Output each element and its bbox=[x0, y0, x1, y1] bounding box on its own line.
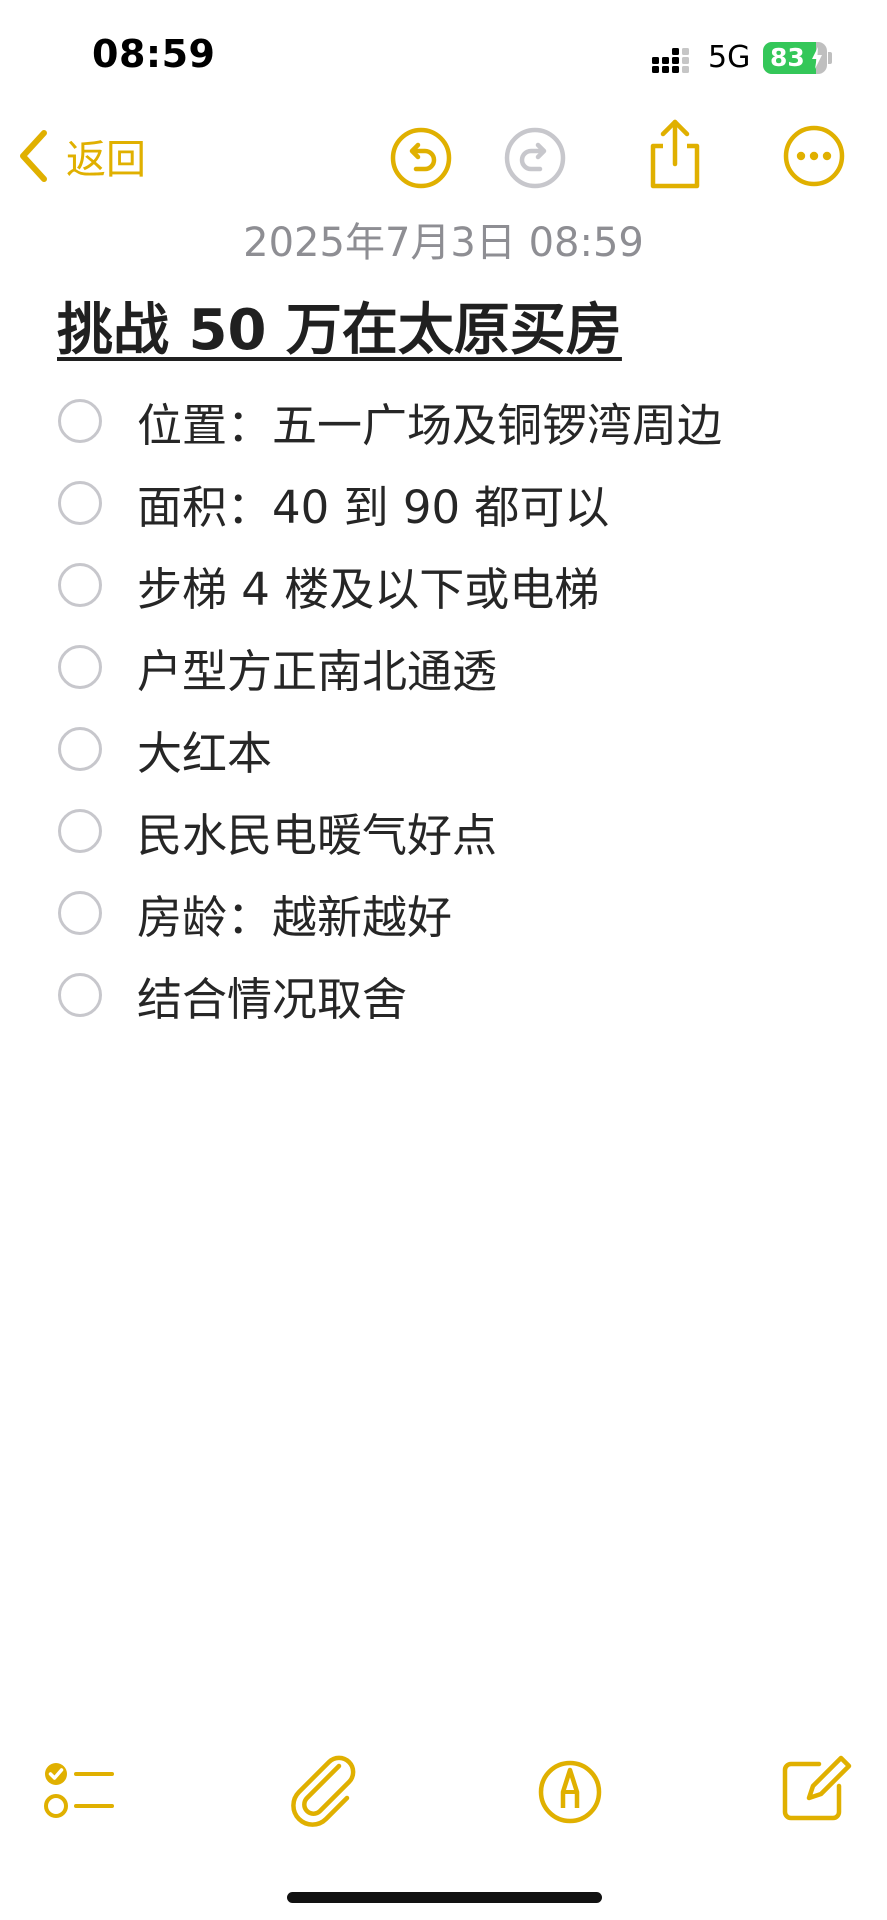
checklist-item-text[interactable]: 房龄：越新越好 bbox=[137, 881, 452, 946]
checklist: 位置：五一广场及铜锣湾周边 面积：40 到 90 都可以 步梯 4 楼及以下或电梯户… bbox=[58, 380, 878, 1036]
chevron-left-icon bbox=[20, 130, 47, 182]
back-button[interactable]: 返回 bbox=[16, 124, 146, 188]
share-icon[interactable] bbox=[643, 116, 707, 190]
network-type: 5G bbox=[708, 40, 751, 75]
checklist-item-text[interactable]: 大红本 bbox=[137, 717, 272, 782]
checkbox-circle-icon[interactable] bbox=[58, 809, 102, 853]
checklist-icon[interactable] bbox=[40, 1752, 120, 1832]
markup-pen-icon[interactable] bbox=[530, 1752, 610, 1832]
checklist-item[interactable]: 民水民电暖气好点 bbox=[58, 790, 878, 872]
checklist-item[interactable]: 房龄：越新越好 bbox=[58, 872, 878, 954]
battery-percent: 83 bbox=[770, 43, 805, 72]
battery-charging-icon: 83 bbox=[763, 42, 827, 74]
charging-bolt-icon bbox=[812, 47, 822, 69]
checklist-item[interactable]: 步梯 4 楼及以下或电梯 bbox=[58, 544, 878, 626]
checklist-item-text[interactable]: 面积：40 到 90 都可以 bbox=[137, 471, 609, 536]
note-title[interactable]: 挑战 50 万在太原买房 bbox=[57, 285, 622, 366]
checklist-item[interactable]: 户型方正南北通透 bbox=[58, 626, 878, 708]
checklist-item-text[interactable]: 位置：五一广场及铜锣湾周边 bbox=[137, 389, 722, 454]
checklist-item-text[interactable]: 步梯 4 楼及以下或电梯 bbox=[137, 553, 599, 618]
cellular-signal-icon bbox=[652, 48, 689, 73]
checkbox-circle-icon[interactable] bbox=[58, 645, 102, 689]
compose-icon[interactable] bbox=[775, 1750, 855, 1830]
checkbox-circle-icon[interactable] bbox=[58, 481, 102, 525]
undo-icon[interactable] bbox=[389, 126, 453, 190]
status-time: 08:59 bbox=[92, 32, 216, 76]
checkbox-circle-icon[interactable] bbox=[58, 973, 102, 1017]
note-date: 2025年7月3日 08:59 bbox=[243, 220, 644, 266]
checklist-item-text[interactable]: 民水民电暖气好点 bbox=[137, 799, 497, 864]
more-ellipsis-icon[interactable] bbox=[782, 124, 846, 188]
back-label: 返回 bbox=[66, 137, 146, 183]
battery-cap bbox=[828, 52, 832, 64]
checklist-item[interactable]: 面积：40 到 90 都可以 bbox=[58, 462, 878, 544]
home-indicator[interactable] bbox=[287, 1892, 602, 1903]
paperclip-icon[interactable] bbox=[285, 1752, 365, 1832]
checklist-item[interactable]: 大红本 bbox=[58, 708, 878, 790]
checkbox-circle-icon[interactable] bbox=[58, 727, 102, 771]
checklist-item[interactable]: 位置：五一广场及铜锣湾周边 bbox=[58, 380, 878, 462]
checkbox-circle-icon[interactable] bbox=[58, 891, 102, 935]
checklist-item-text[interactable]: 结合情况取舍 bbox=[137, 963, 407, 1028]
redo-icon[interactable] bbox=[503, 126, 567, 190]
checklist-item-text[interactable]: 户型方正南北通透 bbox=[137, 635, 497, 700]
checklist-item[interactable]: 结合情况取舍 bbox=[58, 954, 878, 1036]
checkbox-circle-icon[interactable] bbox=[58, 399, 102, 443]
checkbox-circle-icon[interactable] bbox=[58, 563, 102, 607]
